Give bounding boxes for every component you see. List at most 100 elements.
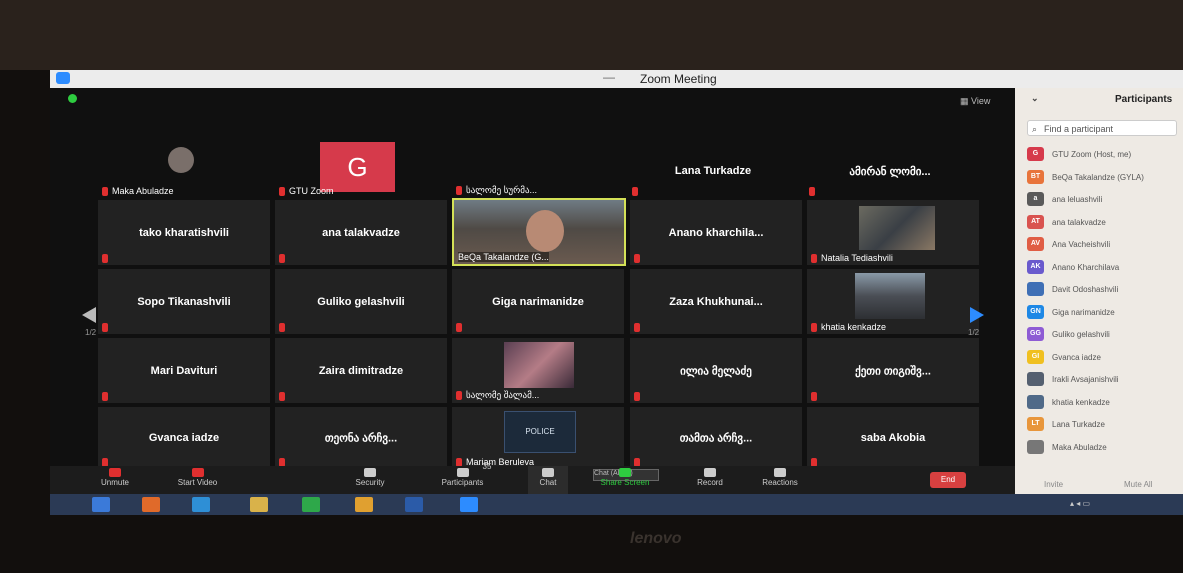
- tile-label: [456, 323, 466, 332]
- participant-list-item[interactable]: AV Ana Vacheishvili: [1027, 234, 1183, 257]
- video-tile[interactable]: Zaza Khukhunai...: [630, 269, 802, 334]
- tile-label: [102, 392, 112, 401]
- participant-list-item[interactable]: GN Giga narimanidze: [1027, 302, 1183, 325]
- video-tile[interactable]: POLICE Mariam Beruleva: [452, 407, 624, 469]
- avatar: GG: [1027, 327, 1044, 341]
- participant-list: G GTU Zoom (Host, me) BT BeQa Takalandze (G…: [1027, 144, 1183, 459]
- video-tile[interactable]: ამირან ლომი...: [805, 143, 975, 198]
- tile-label: khatia kenkadze: [811, 322, 886, 332]
- tile-label: სალომე სურმა...: [456, 185, 537, 196]
- video-tile[interactable]: ილია მელაძე: [630, 338, 802, 403]
- muted-mic-icon: [279, 254, 285, 263]
- window-title: Zoom Meeting: [640, 72, 717, 86]
- video-tile[interactable]: khatia kenkadze: [807, 269, 979, 334]
- video-tile[interactable]: GTU Zoom: [275, 178, 445, 198]
- record-button[interactable]: Record: [690, 466, 730, 494]
- participant-name: Zaza Khukhunai...: [669, 295, 763, 308]
- video-tile[interactable]: სალომე შალამ...: [452, 338, 624, 403]
- video-tile[interactable]: Sopo Tikanashvili: [98, 269, 270, 334]
- page-indicator: 1/2: [85, 328, 97, 337]
- participants-count: 35: [482, 462, 492, 471]
- avatar: LT: [1027, 417, 1044, 431]
- tile-label: GTU Zoom: [279, 186, 334, 196]
- unmute-button[interactable]: Unmute: [95, 466, 135, 494]
- participant-list-item[interactable]: Maka Abuladze: [1027, 437, 1183, 460]
- security-button[interactable]: Security: [350, 466, 390, 494]
- video-tile[interactable]: Anano kharchila...: [630, 200, 802, 265]
- tile-label: [634, 254, 644, 263]
- video-tile[interactable]: Zaira dimitradze: [275, 338, 447, 403]
- participant-list-item[interactable]: GG Guliko gelashvili: [1027, 324, 1183, 347]
- participant-list-item[interactable]: BT BeQa Takalandze (GYLA): [1027, 167, 1183, 190]
- participant-list-item[interactable]: GI Gvanca iadze: [1027, 347, 1183, 370]
- zoom-taskbar-icon[interactable]: [460, 497, 478, 512]
- reactions-label: Reactions: [762, 478, 798, 487]
- video-tile[interactable]: Gvanca iadze: [98, 407, 270, 469]
- chat-label: Chat: [539, 478, 557, 487]
- search-placeholder: Find a participant: [1044, 124, 1114, 134]
- search-icon: ⌕: [1032, 124, 1038, 134]
- browser-icon[interactable]: [142, 497, 160, 512]
- participant-list-item[interactable]: Davit Odoshashvili: [1027, 279, 1183, 302]
- avatar: [1027, 439, 1044, 454]
- minimize-icon[interactable]: —: [603, 70, 615, 84]
- end-button[interactable]: End: [930, 472, 966, 488]
- video-tile[interactable]: Lana Turkadze: [628, 143, 798, 198]
- previous-page-arrow-icon[interactable]: [82, 307, 96, 323]
- video-tile[interactable]: ქეთი თიგიშვ...: [807, 338, 979, 403]
- participant-list-item[interactable]: Irakli Avsajanishvili: [1027, 369, 1183, 392]
- mute-all-button[interactable]: Mute All: [1124, 480, 1152, 489]
- active-speaker-tile[interactable]: BeQa Takalandze (G...: [452, 198, 626, 266]
- store-icon[interactable]: [302, 497, 320, 512]
- next-page-arrow-icon[interactable]: [970, 307, 984, 323]
- unmute-label: Unmute: [100, 478, 129, 487]
- video-tile[interactable]: saba Akobia: [807, 407, 979, 469]
- tile-label: Natalia Tediashvili: [811, 253, 893, 263]
- start-video-label: Start Video: [177, 478, 218, 487]
- participant-list-item[interactable]: AK Anano Kharchilava: [1027, 257, 1183, 280]
- avatar: [1027, 372, 1044, 386]
- participants-label: Participants: [441, 478, 484, 487]
- invite-button[interactable]: Invite: [1044, 480, 1063, 489]
- participant-name: GTU Zoom: [289, 186, 334, 196]
- participant-name: tako kharatishvili: [139, 226, 229, 239]
- participant-list-item[interactable]: LT Lana Turkadze: [1027, 414, 1183, 437]
- participant-search-input[interactable]: ⌕ Find a participant: [1027, 120, 1177, 136]
- start-video-button[interactable]: Start Video: [170, 466, 225, 494]
- chevron-down-icon[interactable]: ⌄: [1031, 93, 1039, 104]
- video-tile[interactable]: ana talakvadze: [275, 200, 447, 265]
- video-tile[interactable]: Guliko gelashvili: [275, 269, 447, 334]
- reactions-button[interactable]: Reactions: [755, 466, 805, 494]
- video-tile[interactable]: Giga narimanidze: [452, 269, 624, 334]
- folder-icon[interactable]: [250, 497, 268, 512]
- participant-list-item[interactable]: AT ana talakvadze: [1027, 212, 1183, 235]
- video-tile[interactable]: თეონა არჩვ...: [275, 407, 447, 469]
- chat-button[interactable]: Chat: [528, 466, 568, 494]
- participant-name: saba Akobia: [860, 432, 926, 444]
- app-icon[interactable]: [355, 497, 373, 512]
- tile-label: [102, 254, 112, 263]
- ie-icon[interactable]: [192, 497, 210, 512]
- video-tile[interactable]: Natalia Tediashvili: [807, 200, 979, 265]
- view-button[interactable]: ▦ View: [960, 96, 990, 107]
- video-tile[interactable]: Maka Abuladze: [98, 143, 268, 198]
- word-icon[interactable]: [405, 497, 423, 512]
- lenovo-logo: lenovo: [630, 530, 682, 547]
- tile-label: სალომე შალამ...: [456, 390, 539, 401]
- video-tile[interactable]: თამთა არჩვ...: [630, 407, 802, 469]
- participant-name: Maka Abuladze: [1052, 442, 1107, 452]
- encryption-shield-icon[interactable]: [68, 94, 77, 103]
- video-tile[interactable]: Mari Davituri: [98, 338, 270, 403]
- video-tile[interactable]: სალომე სურმა...: [452, 178, 622, 198]
- avatar: G: [1027, 147, 1044, 161]
- participant-list-item[interactable]: a ana leluashvili: [1027, 189, 1183, 212]
- participant-list-item[interactable]: khatia kenkadze: [1027, 392, 1183, 415]
- participant-list-item[interactable]: G GTU Zoom (Host, me): [1027, 144, 1183, 167]
- muted-mic-icon: [109, 468, 121, 477]
- start-button-icon[interactable]: [92, 497, 110, 512]
- share-screen-button[interactable]: Share Screen: [595, 466, 655, 494]
- participant-name: Anano kharchila...: [668, 226, 764, 239]
- avatar: GI: [1027, 349, 1044, 364]
- video-tile[interactable]: tako kharatishvili: [98, 200, 270, 265]
- participant-name: Ana Vacheishvili: [1052, 240, 1111, 249]
